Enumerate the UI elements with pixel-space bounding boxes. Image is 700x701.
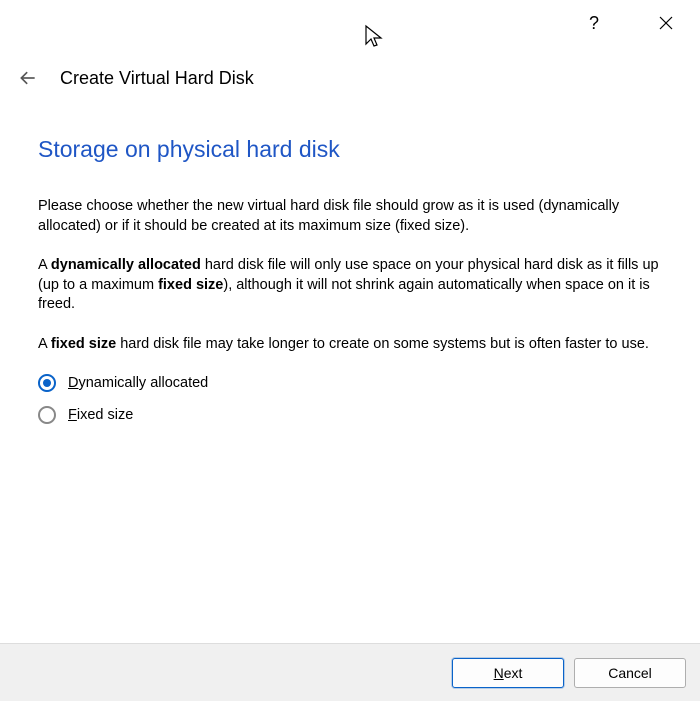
radio-indicator: [38, 374, 56, 392]
help-button[interactable]: ?: [572, 8, 616, 38]
page-heading: Storage on physical hard disk: [38, 136, 660, 163]
wizard-title: Create Virtual Hard Disk: [60, 68, 254, 89]
wizard-header: Create Virtual Hard Disk: [0, 46, 700, 110]
help-icon: ?: [589, 13, 599, 34]
arrow-left-icon: [18, 68, 38, 88]
fixed-explain-paragraph: A fixed size hard disk file may take lon…: [38, 335, 660, 355]
radio-option-fixed[interactable]: Fixed size: [38, 406, 660, 424]
storage-type-radio-group: Dynamically allocated Fixed size: [38, 374, 660, 424]
radio-indicator: [38, 406, 56, 424]
dynamic-explain-paragraph: A dynamically allocated hard disk file w…: [38, 256, 660, 315]
intro-paragraph: Please choose whether the new virtual ha…: [38, 197, 660, 236]
close-button[interactable]: [644, 8, 688, 38]
wizard-content: Storage on physical hard disk Please cho…: [0, 110, 700, 424]
back-button[interactable]: [14, 64, 42, 92]
next-button[interactable]: Next: [452, 658, 564, 688]
radio-label: Fixed size: [68, 407, 133, 423]
close-icon: [659, 16, 673, 30]
cancel-button[interactable]: Cancel: [574, 658, 686, 688]
titlebar: ?: [0, 0, 700, 46]
radio-option-dynamic[interactable]: Dynamically allocated: [38, 374, 660, 392]
radio-label: Dynamically allocated: [68, 375, 208, 391]
wizard-footer: Next Cancel: [0, 643, 700, 701]
